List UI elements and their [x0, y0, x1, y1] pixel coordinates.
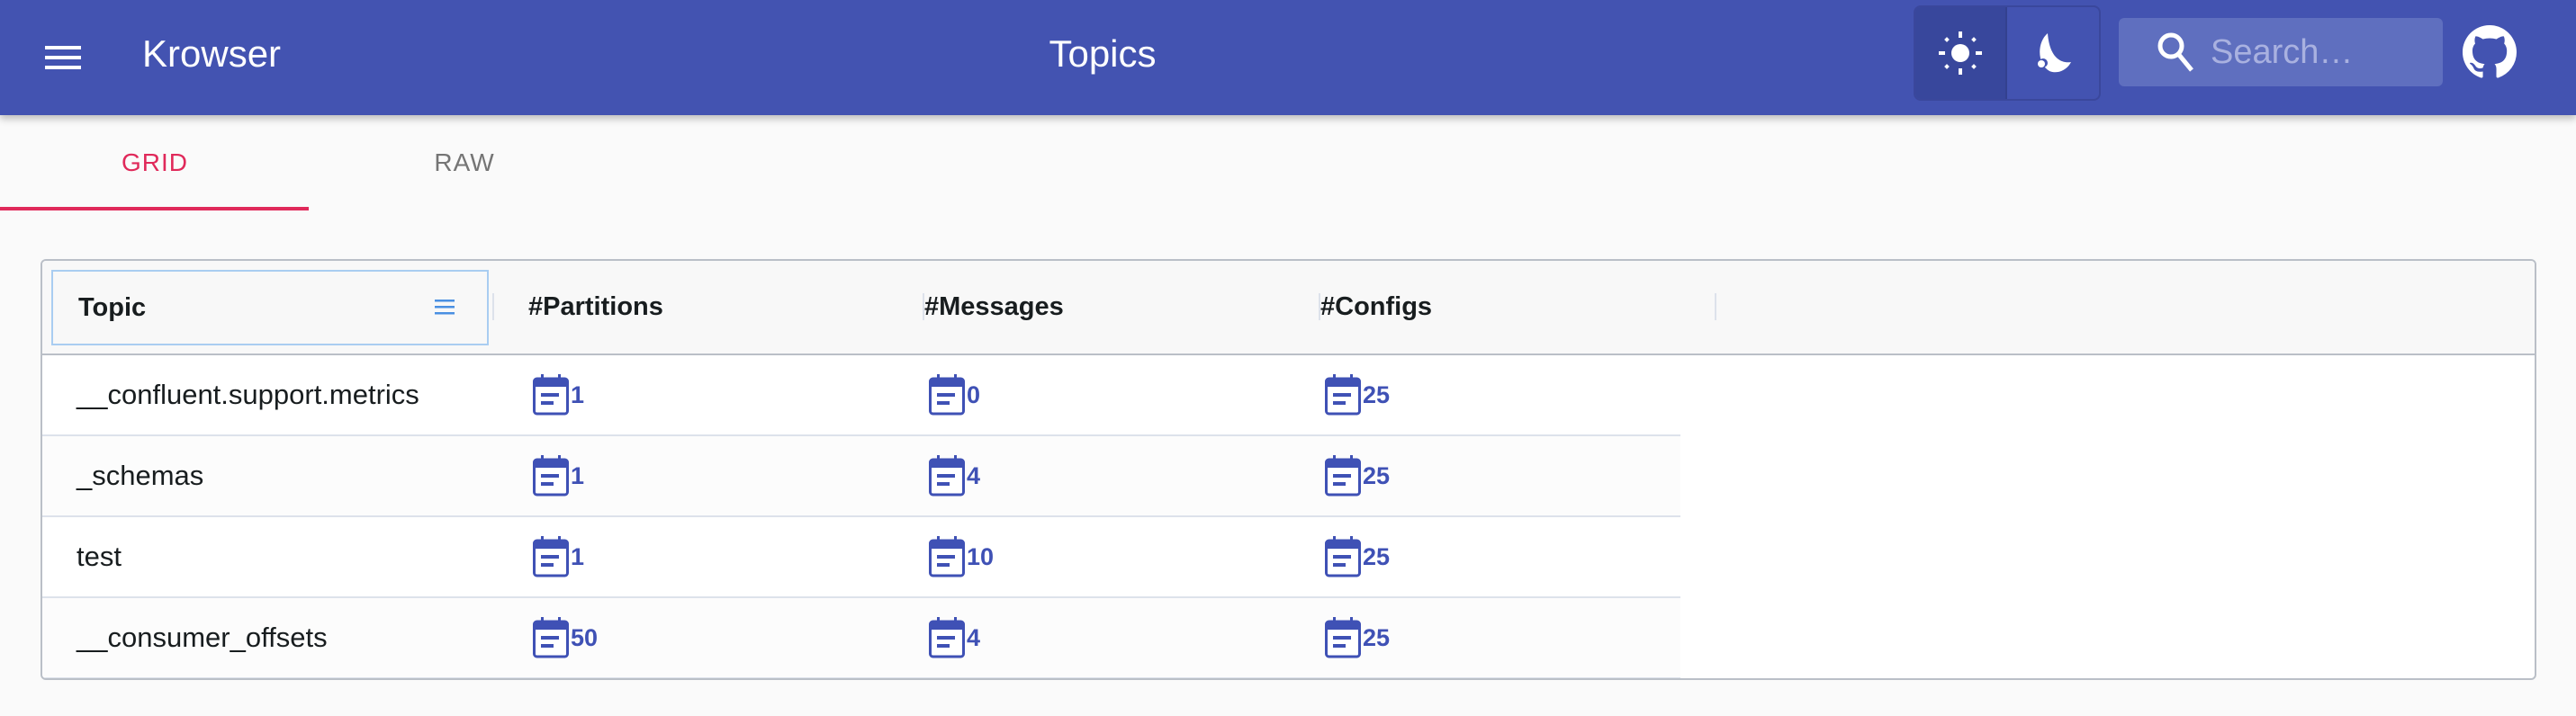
list-details-icon: [533, 536, 571, 577]
list-details-icon: [533, 374, 571, 416]
column-menu-icon[interactable]: [435, 297, 455, 317]
partitions-value: 1: [571, 461, 585, 489]
moon-icon: [2038, 33, 2071, 73]
messages-cell[interactable]: 4: [929, 598, 980, 677]
app-bar: Krowser Topics: [0, 0, 2576, 115]
messages-value: 4: [967, 461, 981, 489]
list-details-icon: [1325, 617, 1363, 658]
tab-raw[interactable]: RAW: [310, 115, 619, 210]
column-header-messages[interactable]: #Messages: [924, 261, 1320, 354]
partitions-value: 50: [571, 623, 599, 651]
configs-cell[interactable]: 25: [1325, 598, 1390, 677]
messages-cell[interactable]: 4: [929, 436, 980, 515]
dark-theme-button[interactable]: [2007, 7, 2099, 99]
column-resize-handle[interactable]: [1715, 293, 1716, 320]
configs-cell[interactable]: 25: [1325, 436, 1390, 515]
messages-value: 0: [967, 380, 981, 408]
list-details-icon: [1325, 455, 1363, 497]
list-details-icon: [1325, 374, 1363, 416]
partitions-cell[interactable]: 1: [533, 517, 584, 596]
column-header-configs[interactable]: #Configs: [1320, 261, 1716, 354]
sun-icon: [1939, 31, 1982, 75]
list-details-icon: [929, 374, 967, 416]
theme-toggle-group: [1914, 5, 2101, 101]
configs-value: 25: [1363, 461, 1391, 489]
messages-value: 10: [967, 542, 995, 570]
partitions-cell[interactable]: 1: [533, 436, 584, 515]
page-title: Topics: [1049, 32, 1157, 75]
configs-value: 25: [1363, 542, 1391, 570]
configs-value: 25: [1363, 623, 1391, 651]
partitions-cell[interactable]: 1: [533, 355, 584, 434]
light-theme-button[interactable]: [1915, 7, 2007, 99]
topic-name-cell: test: [77, 541, 122, 572]
partitions-value: 1: [571, 380, 585, 408]
topic-name-cell: __confluent.support.metrics: [77, 379, 419, 410]
messages-cell[interactable]: 0: [929, 355, 980, 434]
list-details-icon: [533, 455, 571, 497]
column-header-label: #Configs: [1320, 292, 1433, 321]
list-details-icon: [929, 536, 967, 577]
table-row[interactable]: __consumer_offsets 50 4 25: [42, 598, 1680, 678]
column-header-topic[interactable]: Topic: [51, 270, 489, 345]
messages-value: 4: [967, 623, 981, 651]
view-tabs: GRID RAW: [0, 115, 2576, 210]
list-details-icon: [929, 617, 967, 658]
column-header-label: #Messages: [924, 292, 1064, 321]
search-icon: [2153, 30, 2198, 75]
partitions-cell[interactable]: 50: [533, 598, 598, 677]
table-row[interactable]: __confluent.support.metrics 1 0 25: [42, 355, 1680, 436]
column-header-label: Topic: [78, 292, 147, 322]
column-header-label: #Partitions: [528, 292, 663, 321]
search-box: [2119, 18, 2443, 86]
search-input[interactable]: [2211, 32, 2427, 72]
messages-cell[interactable]: 10: [929, 517, 994, 596]
partitions-value: 1: [571, 542, 585, 570]
topics-grid: Topic #Partitions #Messages #Configs __c…: [41, 259, 2536, 680]
column-header-partitions[interactable]: #Partitions: [528, 261, 924, 354]
topic-name-cell: _schemas: [77, 460, 204, 491]
configs-cell[interactable]: 25: [1325, 517, 1390, 596]
grid-header: Topic #Partitions #Messages #Configs: [42, 261, 2535, 355]
active-tab-indicator: [0, 207, 309, 210]
table-row[interactable]: _schemas 1 4 25: [42, 436, 1680, 517]
configs-value: 25: [1363, 380, 1391, 408]
configs-cell[interactable]: 25: [1325, 355, 1390, 434]
github-link[interactable]: [2463, 25, 2517, 79]
list-details-icon: [533, 617, 571, 658]
github-icon: [2463, 25, 2517, 78]
list-details-icon: [929, 455, 967, 497]
topic-name-cell: __consumer_offsets: [77, 622, 328, 653]
list-details-icon: [1325, 536, 1363, 577]
table-row[interactable]: test 1 10 25: [42, 517, 1680, 598]
tab-grid[interactable]: GRID: [0, 115, 310, 210]
